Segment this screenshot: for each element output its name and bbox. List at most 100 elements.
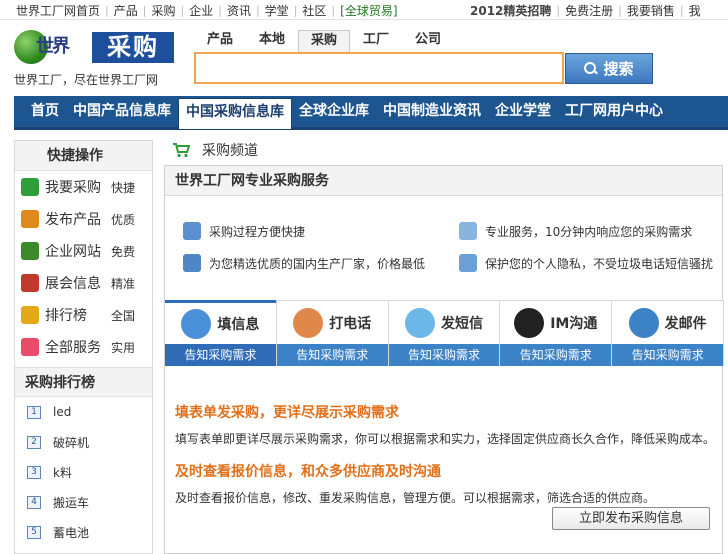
top-link[interactable]: 企业 <box>189 2 213 19</box>
rank-text: k料 <box>53 465 72 480</box>
method-sub: 告知采购需求 <box>500 344 612 366</box>
feature-text: 为您精选优质的国内生产厂家，价格最低 <box>209 256 426 271</box>
search-input[interactable] <box>196 54 562 82</box>
contact-method-tab[interactable]: 发邮件 告知采购需求 <box>612 300 724 366</box>
channel-title: 采购频道 <box>202 143 258 159</box>
quick-op-item[interactable]: 展会信息 精准 <box>15 267 152 299</box>
nav-item[interactable]: 全球企业库 <box>292 96 376 127</box>
top-link[interactable]: 采购 <box>151 2 175 19</box>
quick-op-tag: 实用 <box>111 340 136 355</box>
detail-heading-1: 填表单发采购，更详尽展示采购需求 <box>175 405 399 421</box>
quick-op-label: 我要采购 <box>45 180 101 196</box>
quick-op-tag: 免费 <box>111 244 136 259</box>
search-tab[interactable]: 产品 <box>194 30 246 52</box>
feature-item: 采购过程方便快捷 <box>183 222 305 240</box>
link-separator: | <box>556 4 561 17</box>
top-link[interactable]: 我 <box>689 2 701 19</box>
quick-op-item[interactable]: 我要采购 快捷 <box>15 171 152 203</box>
bar-chart-icon <box>21 306 39 324</box>
rank-item[interactable]: 2 破碎机 <box>15 427 152 457</box>
rank-number: 1 <box>27 405 41 419</box>
rank-text: led <box>53 405 72 419</box>
email-icon <box>628 307 659 338</box>
method-top: 发短信 <box>388 300 500 344</box>
rank-text: 破碎机 <box>53 435 90 450</box>
detail-text-1: 填写表单即更详尽展示采购需求，你可以根据需求和实力，选择固定供应商长久合作，降低… <box>175 432 716 446</box>
contact-method-tab[interactable]: 发短信 告知采购需求 <box>388 300 501 366</box>
top-link[interactable]: 免费注册 <box>565 2 613 19</box>
rank-item[interactable]: 1 led <box>15 397 152 427</box>
quick-op-tag: 快捷 <box>111 180 136 195</box>
rank-item[interactable]: 4 搬运车 <box>15 487 152 517</box>
rank-list: 1 led 2 破碎机 3 k料 4 搬运车 5 蓄电池 <box>15 397 152 547</box>
privacy-hand-icon <box>459 254 477 272</box>
nav-item[interactable]: 中国采购信息库 <box>178 98 292 129</box>
contact-method-tab[interactable]: 打电话 告知采购需求 <box>276 300 389 366</box>
top-link[interactable]: 世界工厂网首页 <box>16 2 100 19</box>
feature-text: 专业服务，10分钟内响应您的采购需求 <box>485 224 693 239</box>
rank-number: 3 <box>27 465 41 479</box>
quick-op-item[interactable]: 全部服务 实用 <box>15 331 152 363</box>
quick-op-item[interactable]: 排行榜 全国 <box>15 299 152 331</box>
phone-icon <box>404 307 435 338</box>
quick-op-label: 排行榜 <box>45 308 87 324</box>
top-link[interactable]: 产品 <box>114 2 138 19</box>
global-trade-link[interactable]: [全球贸易] <box>340 2 397 19</box>
search-tab[interactable]: 工厂 <box>350 30 402 52</box>
quick-ops-list: 我要采购 快捷 发布产品 优质 企业网站 免费 展会信息 精准 排行榜 全国 全部服务 实用 <box>15 171 152 363</box>
qq-icon <box>514 307 545 338</box>
method-sub: 告知采购需求 <box>276 344 388 366</box>
nav-item[interactable]: 首页 <box>24 96 66 127</box>
top-link[interactable]: 我要销售 <box>627 2 675 19</box>
top-link[interactable]: 资讯 <box>227 2 251 19</box>
quick-ops-title: 快捷操作 <box>15 141 152 171</box>
top-link[interactable]: 2012精英招聘 <box>470 2 551 19</box>
site-logo[interactable]: 世界 采购 <box>14 30 174 64</box>
rank-item[interactable]: 3 k料 <box>15 457 152 487</box>
top-link[interactable]: 社区 <box>302 2 326 19</box>
contact-methods: 填信息 告知采购需求 打电话 告知采购需求 发短信 告知采购需求 IM沟通 告知采购需求 发邮件… <box>165 300 724 366</box>
operator-icon <box>293 307 324 338</box>
nav-item[interactable]: 中国制造业资讯 <box>376 96 488 127</box>
chat-icon <box>459 222 477 240</box>
detail-heading-2: 及时查看报价信息，和众多供应商及时沟通 <box>175 464 441 480</box>
service-title: 世界工厂网专业采购服务 <box>165 166 722 196</box>
service-panel: 世界工厂网专业采购服务 采购过程方便快捷 专业服务，10分钟内响应您的采购需求 … <box>164 165 724 554</box>
search-tab[interactable]: 采购 <box>298 30 350 52</box>
contact-method-tab[interactable]: 填信息 告知采购需求 <box>165 300 277 366</box>
top-link[interactable]: 学堂 <box>265 2 289 19</box>
quick-op-label: 展会信息 <box>45 276 101 292</box>
publish-purchase-button[interactable]: 立即发布采购信息 <box>552 507 710 530</box>
link-separator: | <box>331 4 336 17</box>
nav-item[interactable]: 工厂网用户中心 <box>558 96 670 127</box>
quick-op-tag: 精准 <box>111 276 136 291</box>
main-nav: 首页 中国产品信息库 中国采购信息库 全球企业库 中国制造业资讯 企业学堂 工厂网用户中心 <box>14 96 728 130</box>
search-button[interactable]: 搜索 <box>565 53 653 84</box>
search-icon <box>584 62 597 75</box>
logo-caigou-box: 采购 <box>92 32 174 63</box>
feature-item: 保护您的个人隐私，不受垃圾电话短信骚扰 <box>459 254 713 272</box>
search-tab[interactable]: 本地 <box>246 30 298 52</box>
method-sub: 告知采购需求 <box>165 344 276 366</box>
box-icon <box>21 210 39 228</box>
rank-text: 蓄电池 <box>53 525 90 540</box>
method-label: 发短信 <box>440 315 483 332</box>
method-top: 打电话 <box>276 300 388 344</box>
method-label: IM沟通 <box>550 315 598 332</box>
quick-op-item[interactable]: 发布产品 优质 <box>15 203 152 235</box>
rank-item[interactable]: 5 蓄电池 <box>15 517 152 547</box>
channel-header: 采购频道 <box>172 140 258 160</box>
nav-item[interactable]: 企业学堂 <box>488 96 558 127</box>
rank-number: 5 <box>27 525 41 539</box>
shopping-cart-icon <box>172 142 191 158</box>
method-detail: 填表单发采购，更详尽展示采购需求 填写表单即更详尽展示采购需求，你可以根据需求和… <box>175 402 715 520</box>
contact-method-tab[interactable]: IM沟通告知采购需求 <box>500 300 613 366</box>
feature-text: 采购过程方便快捷 <box>209 224 306 239</box>
logo-text-world: 世界 <box>36 36 70 57</box>
rank-title: 采购排行榜 <box>15 367 152 397</box>
search-tab[interactable]: 公司 <box>402 30 454 52</box>
nav-item[interactable]: 中国产品信息库 <box>66 96 178 127</box>
feature-item: 为您精选优质的国内生产厂家，价格最低 <box>183 254 425 272</box>
quick-op-item[interactable]: 企业网站 免费 <box>15 235 152 267</box>
method-top: 发邮件 <box>612 300 723 344</box>
